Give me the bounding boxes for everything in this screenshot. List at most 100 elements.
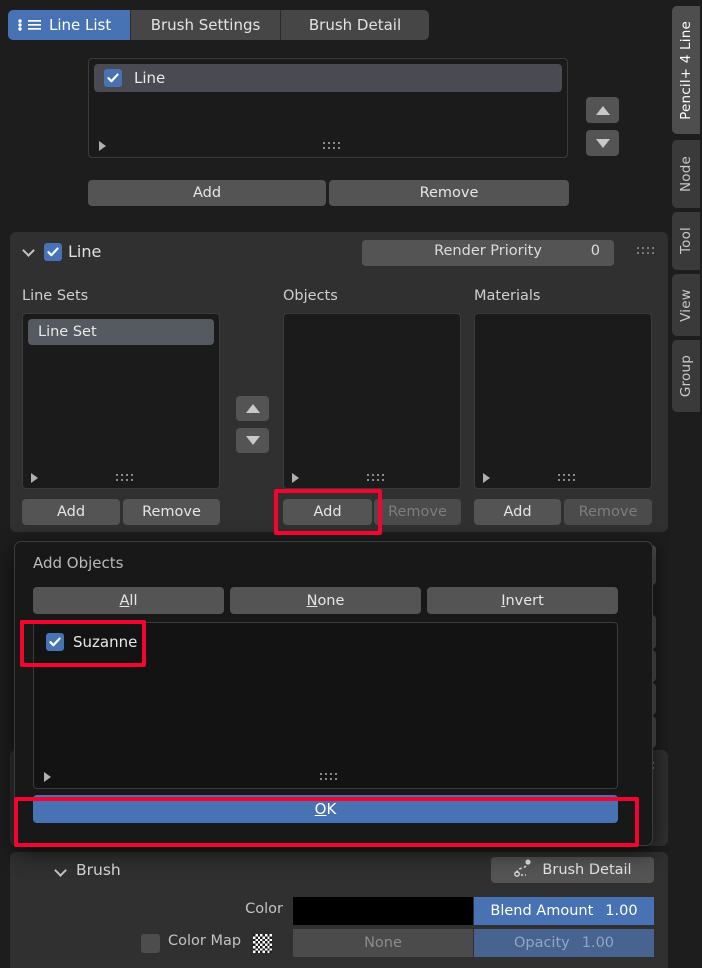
render-priority-label: Render Priority: [434, 243, 542, 259]
triangle-right-icon[interactable]: [31, 473, 38, 483]
add-objects-dialog: Add Objects All None Invert Suzanne OK: [14, 541, 653, 846]
tab-brush-settings[interactable]: Brush Settings: [131, 10, 281, 40]
sidebar-tab-group-label: Group: [678, 354, 694, 398]
select-all-button[interactable]: All: [33, 587, 224, 614]
brush-panel: Brush Brush Detail Color Blend Amount 1.…: [10, 852, 668, 968]
sidebar-tab-rail: Pencil+ 4 Line Node Tool View Group: [668, 0, 702, 968]
arrow-down-icon: [245, 436, 260, 445]
line-list-remove-button[interactable]: Remove: [329, 180, 569, 206]
app-window: Line List Brush Settings Brush Detail Li…: [0, 0, 702, 968]
arrow-down-icon: [595, 138, 610, 148]
line-set-move-up-button[interactable]: [236, 396, 269, 421]
line-list-add-label: Add: [192, 185, 222, 201]
render-priority-value: 0: [590, 243, 600, 259]
sidebar-tab-pencil4-line[interactable]: Pencil+ 4 Line: [672, 6, 700, 134]
ok-button[interactable]: OK: [33, 795, 618, 823]
suzanne-label: Suzanne: [73, 633, 138, 651]
brush-panel-title: Brush: [76, 861, 121, 879]
materials-add-button[interactable]: Add: [474, 499, 561, 525]
dialog-list-footer: [44, 772, 607, 782]
blend-amount-label: Blend Amount: [490, 903, 594, 919]
sidebar-tab-tool-label: Tool: [678, 227, 694, 255]
select-invert-button[interactable]: Invert: [427, 587, 618, 614]
sidebar-tab-tool[interactable]: Tool: [672, 212, 700, 270]
tab-line-list[interactable]: Line List: [8, 10, 131, 40]
triangle-right-icon[interactable]: [483, 473, 490, 483]
line-list-item[interactable]: Line: [94, 64, 562, 92]
objects-remove-label: Remove: [388, 504, 447, 520]
tab-line-list-label: Line List: [49, 16, 112, 34]
line-set-move-down-button[interactable]: [236, 428, 269, 453]
column-header-objects: Objects: [283, 288, 338, 304]
tab-brush-detail[interactable]: Brush Detail: [281, 10, 429, 40]
objects-add-label: Add: [313, 504, 342, 520]
sidebar-tab-node[interactable]: Node: [672, 140, 700, 208]
line-sets-remove-button[interactable]: Remove: [123, 499, 220, 525]
line-list-remove-label: Remove: [419, 185, 479, 201]
line-sets-list[interactable]: Line Set: [22, 313, 220, 489]
color-row: Color Blend Amount 1.00: [10, 897, 668, 925]
dialog-list-item-suzanne[interactable]: Suzanne: [40, 629, 145, 655]
spline-curve-icon: [513, 859, 533, 881]
triangle-right-icon[interactable]: [99, 141, 106, 151]
line-list-item-label: Line: [134, 69, 166, 87]
line-sets-remove-label: Remove: [142, 504, 201, 520]
materials-list[interactable]: [474, 313, 652, 489]
triangle-right-icon[interactable]: [292, 473, 299, 483]
checker-icon: [253, 934, 272, 953]
grip-dots-icon[interactable]: [320, 773, 338, 781]
line-panel-drag-grip-icon[interactable]: [637, 247, 655, 255]
grip-dots-icon[interactable]: [322, 142, 341, 150]
color-map-checkbox[interactable]: [141, 934, 160, 953]
opacity-slider[interactable]: Opacity 1.00: [474, 929, 654, 957]
grip-dots-icon[interactable]: [115, 474, 134, 482]
line-panel-enabled-checkbox[interactable]: [44, 243, 62, 261]
line-set-item[interactable]: Line Set: [28, 319, 214, 345]
arrow-up-icon: [245, 404, 260, 413]
line-list-move-up-button[interactable]: [586, 97, 619, 123]
brush-detail-label: Brush Detail: [542, 862, 632, 878]
column-header-materials: Materials: [474, 288, 541, 304]
color-map-label: Color Map: [168, 933, 242, 949]
line-sets-add-label: Add: [56, 504, 86, 520]
color-swatch[interactable]: [293, 897, 473, 925]
list-icon: [17, 18, 41, 32]
sidebar-tab-view-label: View: [678, 288, 694, 322]
objects-list[interactable]: [283, 313, 461, 489]
line-sets-add-button[interactable]: Add: [22, 499, 120, 525]
color-map-row: Color Map None Opacity 1.00: [10, 929, 668, 957]
line-set-item-label: Line Set: [38, 324, 97, 340]
sidebar-tab-group[interactable]: Group: [672, 340, 700, 412]
blend-amount-slider[interactable]: Blend Amount 1.00: [474, 897, 654, 925]
line-panel-title: Line: [68, 242, 102, 261]
render-priority-field[interactable]: Render Priority 0: [362, 240, 614, 266]
objects-add-button[interactable]: Add: [283, 499, 372, 525]
line-enabled-checkbox[interactable]: [104, 69, 122, 87]
materials-add-label: Add: [503, 504, 532, 520]
color-map-none-label: None: [364, 935, 402, 951]
brush-detail-button[interactable]: Brush Detail: [491, 857, 654, 883]
suzanne-checkbox[interactable]: [46, 633, 64, 651]
color-map-none-dropdown[interactable]: None: [293, 929, 473, 957]
dialog-object-list[interactable]: Suzanne: [33, 622, 618, 789]
line-list-move-down-button[interactable]: [586, 130, 619, 156]
chevron-down-icon[interactable]: [54, 864, 67, 877]
select-none-button[interactable]: None: [230, 587, 421, 614]
ok-button-label: OK: [314, 800, 337, 818]
line-list-box[interactable]: Line: [88, 58, 568, 158]
line-list-add-button[interactable]: Add: [88, 180, 326, 206]
color-label: Color: [245, 901, 283, 917]
objects-remove-button[interactable]: Remove: [374, 499, 461, 525]
select-invert-label: Invert: [501, 592, 544, 609]
tab-brush-detail-label: Brush Detail: [308, 16, 402, 34]
materials-remove-button[interactable]: Remove: [564, 499, 652, 525]
tab-brush-settings-label: Brush Settings: [150, 16, 261, 34]
column-header-line-sets: Line Sets: [22, 288, 89, 304]
select-all-label: All: [119, 592, 138, 609]
triangle-right-icon[interactable]: [44, 772, 51, 782]
line-sets-list-footer: [31, 473, 211, 483]
grip-dots-icon[interactable]: [366, 474, 385, 482]
select-none-label: None: [306, 592, 345, 609]
grip-dots-icon[interactable]: [557, 474, 576, 482]
sidebar-tab-view[interactable]: View: [672, 274, 700, 336]
